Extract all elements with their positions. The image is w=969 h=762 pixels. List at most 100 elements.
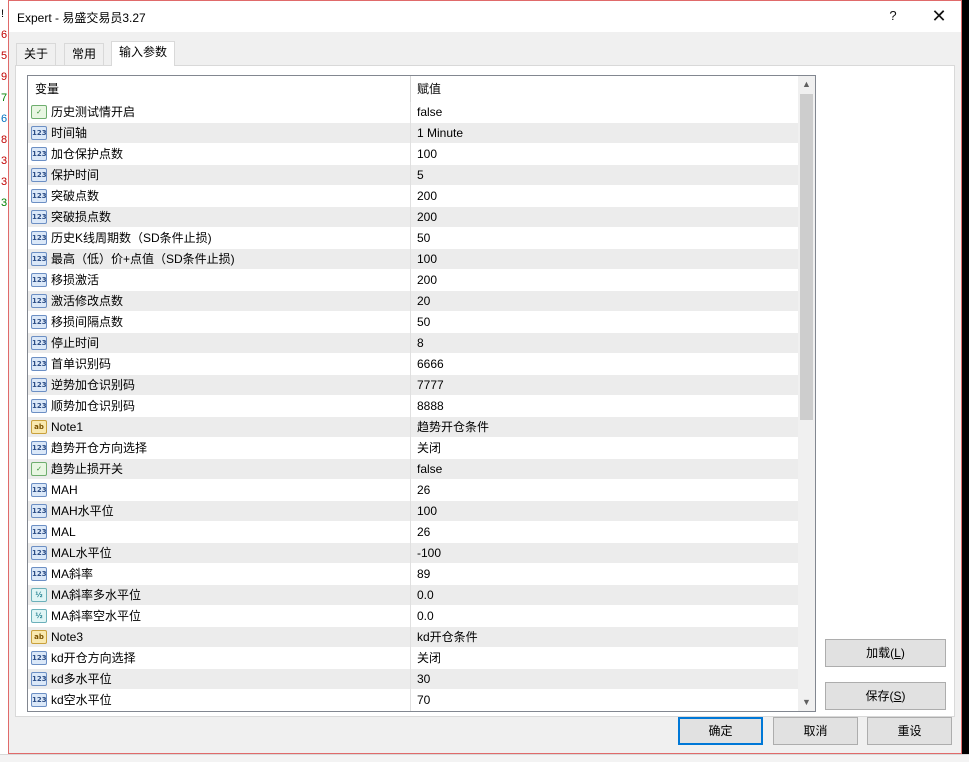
column-divider[interactable] xyxy=(410,76,411,102)
double-type-icon: ½ xyxy=(31,588,47,602)
parameter-value[interactable]: 0.0 xyxy=(417,606,434,627)
parameter-value[interactable]: 100 xyxy=(417,501,437,522)
column-header-variable[interactable]: 变量 xyxy=(35,76,59,102)
parameter-name: 历史K线周期数（SD条件止损) xyxy=(51,231,212,245)
load-button[interactable]: 加载(L) xyxy=(825,639,946,667)
close-button[interactable]: ✕ xyxy=(927,5,951,27)
background-terminal-cell: 5 xyxy=(1,50,8,62)
parameter-row[interactable]: 123 时间轴 1 Minute xyxy=(28,123,798,144)
parameter-value[interactable]: 200 xyxy=(417,186,437,207)
parameter-value[interactable]: 200 xyxy=(417,207,437,228)
cell-divider xyxy=(410,291,411,312)
parameter-row[interactable]: 123 突破损点数 200 xyxy=(28,207,798,228)
parameter-row[interactable]: 123 停止时间 8 xyxy=(28,333,798,354)
parameter-value[interactable]: 关闭 xyxy=(417,438,441,459)
cell-divider xyxy=(410,690,411,711)
parameter-value[interactable]: 50 xyxy=(417,312,430,333)
parameter-row[interactable]: 123 移损激活 200 xyxy=(28,270,798,291)
cell-divider xyxy=(410,207,411,228)
integer-type-icon: 123 xyxy=(31,399,47,413)
parameter-value[interactable]: 20 xyxy=(417,291,430,312)
parameter-row[interactable]: ½ MA斜率空水平位 0.0 xyxy=(28,606,798,627)
parameter-row[interactable]: 123 逆势加仓识别码 7777 xyxy=(28,375,798,396)
parameter-row[interactable]: 123 顺势加仓识别码 8888 xyxy=(28,396,798,417)
parameter-row[interactable]: ab Note1 趋势开仓条件 xyxy=(28,417,798,438)
parameter-value[interactable]: 89 xyxy=(417,564,430,585)
parameter-row[interactable]: 123 MA斜率 89 xyxy=(28,564,798,585)
tab-common[interactable]: 常用 xyxy=(64,43,105,65)
parameter-value[interactable]: -100 xyxy=(417,543,441,564)
parameter-row[interactable]: 123 kd空水平位 70 xyxy=(28,690,798,711)
background-chart-edge xyxy=(962,0,969,762)
parameter-value[interactable]: false xyxy=(417,459,442,480)
scroll-down-arrow-icon[interactable]: ▼ xyxy=(798,694,815,711)
parameter-row[interactable]: 123 趋势开仓方向选择 关闭 xyxy=(28,438,798,459)
parameter-value[interactable]: 趋势开仓条件 xyxy=(417,417,489,438)
help-button[interactable]: ? xyxy=(881,5,905,27)
integer-type-icon: 123 xyxy=(31,441,47,455)
parameter-value[interactable]: 关闭 xyxy=(417,648,441,669)
parameter-row[interactable]: 123 突破点数 200 xyxy=(28,186,798,207)
parameter-value[interactable]: 8 xyxy=(417,333,424,354)
parameter-row[interactable]: 123 移损间隔点数 50 xyxy=(28,312,798,333)
parameter-value[interactable]: 100 xyxy=(417,144,437,165)
parameter-row[interactable]: ✓ 趋势止损开关 false xyxy=(28,459,798,480)
boolean-type-icon: ✓ xyxy=(31,462,47,476)
parameter-row[interactable]: 123 历史K线周期数（SD条件止损) 50 xyxy=(28,228,798,249)
save-button[interactable]: 保存(S) xyxy=(825,682,946,710)
integer-type-icon: 123 xyxy=(31,378,47,392)
tab-about[interactable]: 关于 xyxy=(16,43,57,65)
column-header-value[interactable]: 赋值 xyxy=(417,76,441,102)
ok-button[interactable]: 确定 xyxy=(678,717,763,745)
parameter-value[interactable]: 30 xyxy=(417,669,430,690)
parameter-row[interactable]: 123 MAL 26 xyxy=(28,522,798,543)
background-terminal-cell: 3 xyxy=(1,197,8,209)
parameter-row[interactable]: ab Note3 kd开仓条件 xyxy=(28,627,798,648)
parameter-value[interactable]: 200 xyxy=(417,270,437,291)
string-type-icon: ab xyxy=(31,420,47,434)
tab-inputs[interactable]: 输入参数 xyxy=(111,41,176,66)
vertical-scrollbar[interactable]: ▲ ▼ xyxy=(798,76,815,711)
cell-divider xyxy=(410,165,411,186)
scrollbar-thumb[interactable] xyxy=(800,94,813,420)
parameter-value[interactable]: false xyxy=(417,102,442,123)
integer-type-icon: 123 xyxy=(31,252,47,266)
parameter-row[interactable]: 123 MAH水平位 100 xyxy=(28,501,798,522)
parameter-value[interactable]: 1 Minute xyxy=(417,123,463,144)
cancel-button[interactable]: 取消 xyxy=(773,717,858,745)
parameter-value[interactable]: 26 xyxy=(417,522,430,543)
parameter-value[interactable]: 8888 xyxy=(417,396,444,417)
parameter-row[interactable]: 123 kd开仓方向选择 关闭 xyxy=(28,648,798,669)
parameter-row[interactable]: 123 保护时间 5 xyxy=(28,165,798,186)
parameter-value[interactable]: 7777 xyxy=(417,375,444,396)
parameter-name: 顺势加仓识别码 xyxy=(51,399,136,413)
parameter-row[interactable]: 123 加仓保护点数 100 xyxy=(28,144,798,165)
input-parameters-grid[interactable]: 变量 赋值 ✓ 历史测试情开启 false 123 时间轴 1 Minute 123 加仓保护… xyxy=(27,75,816,712)
parameter-name: 加仓保护点数 xyxy=(51,147,124,161)
parameter-value[interactable]: 0.0 xyxy=(417,585,434,606)
parameter-value[interactable]: 50 xyxy=(417,228,430,249)
parameter-value[interactable]: 6666 xyxy=(417,354,444,375)
cell-divider xyxy=(410,144,411,165)
reset-button[interactable]: 重设 xyxy=(867,717,952,745)
parameter-row[interactable]: 123 MAH 26 xyxy=(28,480,798,501)
parameter-row[interactable]: 123 MAL水平位 -100 xyxy=(28,543,798,564)
parameter-value[interactable]: 70 xyxy=(417,690,430,711)
background-terminal-cell: 7 xyxy=(1,92,8,104)
cell-divider xyxy=(410,417,411,438)
parameter-row[interactable]: ✓ 历史测试情开启 false xyxy=(28,102,798,123)
parameter-value[interactable]: 5 xyxy=(417,165,424,186)
parameter-row[interactable]: 123 激活修改点数 20 xyxy=(28,291,798,312)
parameter-row[interactable]: 123 kd多水平位 30 xyxy=(28,669,798,690)
cell-divider xyxy=(410,585,411,606)
title-bar: Expert - 易盛交易员3.27 ? ✕ xyxy=(9,1,961,32)
parameter-value[interactable]: kd开仓条件 xyxy=(417,627,478,648)
parameter-value[interactable]: 26 xyxy=(417,480,430,501)
parameter-row[interactable]: ½ MA斜率多水平位 0.0 xyxy=(28,585,798,606)
background-terminal-cell: ! xyxy=(1,8,5,20)
background-terminal-cell: 3 xyxy=(1,155,8,167)
parameter-value[interactable]: 100 xyxy=(417,249,437,270)
scroll-up-arrow-icon[interactable]: ▲ xyxy=(798,76,815,93)
parameter-row[interactable]: 123 首单识别码 6666 xyxy=(28,354,798,375)
parameter-row[interactable]: 123 最高（低）价+点值（SD条件止损) 100 xyxy=(28,249,798,270)
